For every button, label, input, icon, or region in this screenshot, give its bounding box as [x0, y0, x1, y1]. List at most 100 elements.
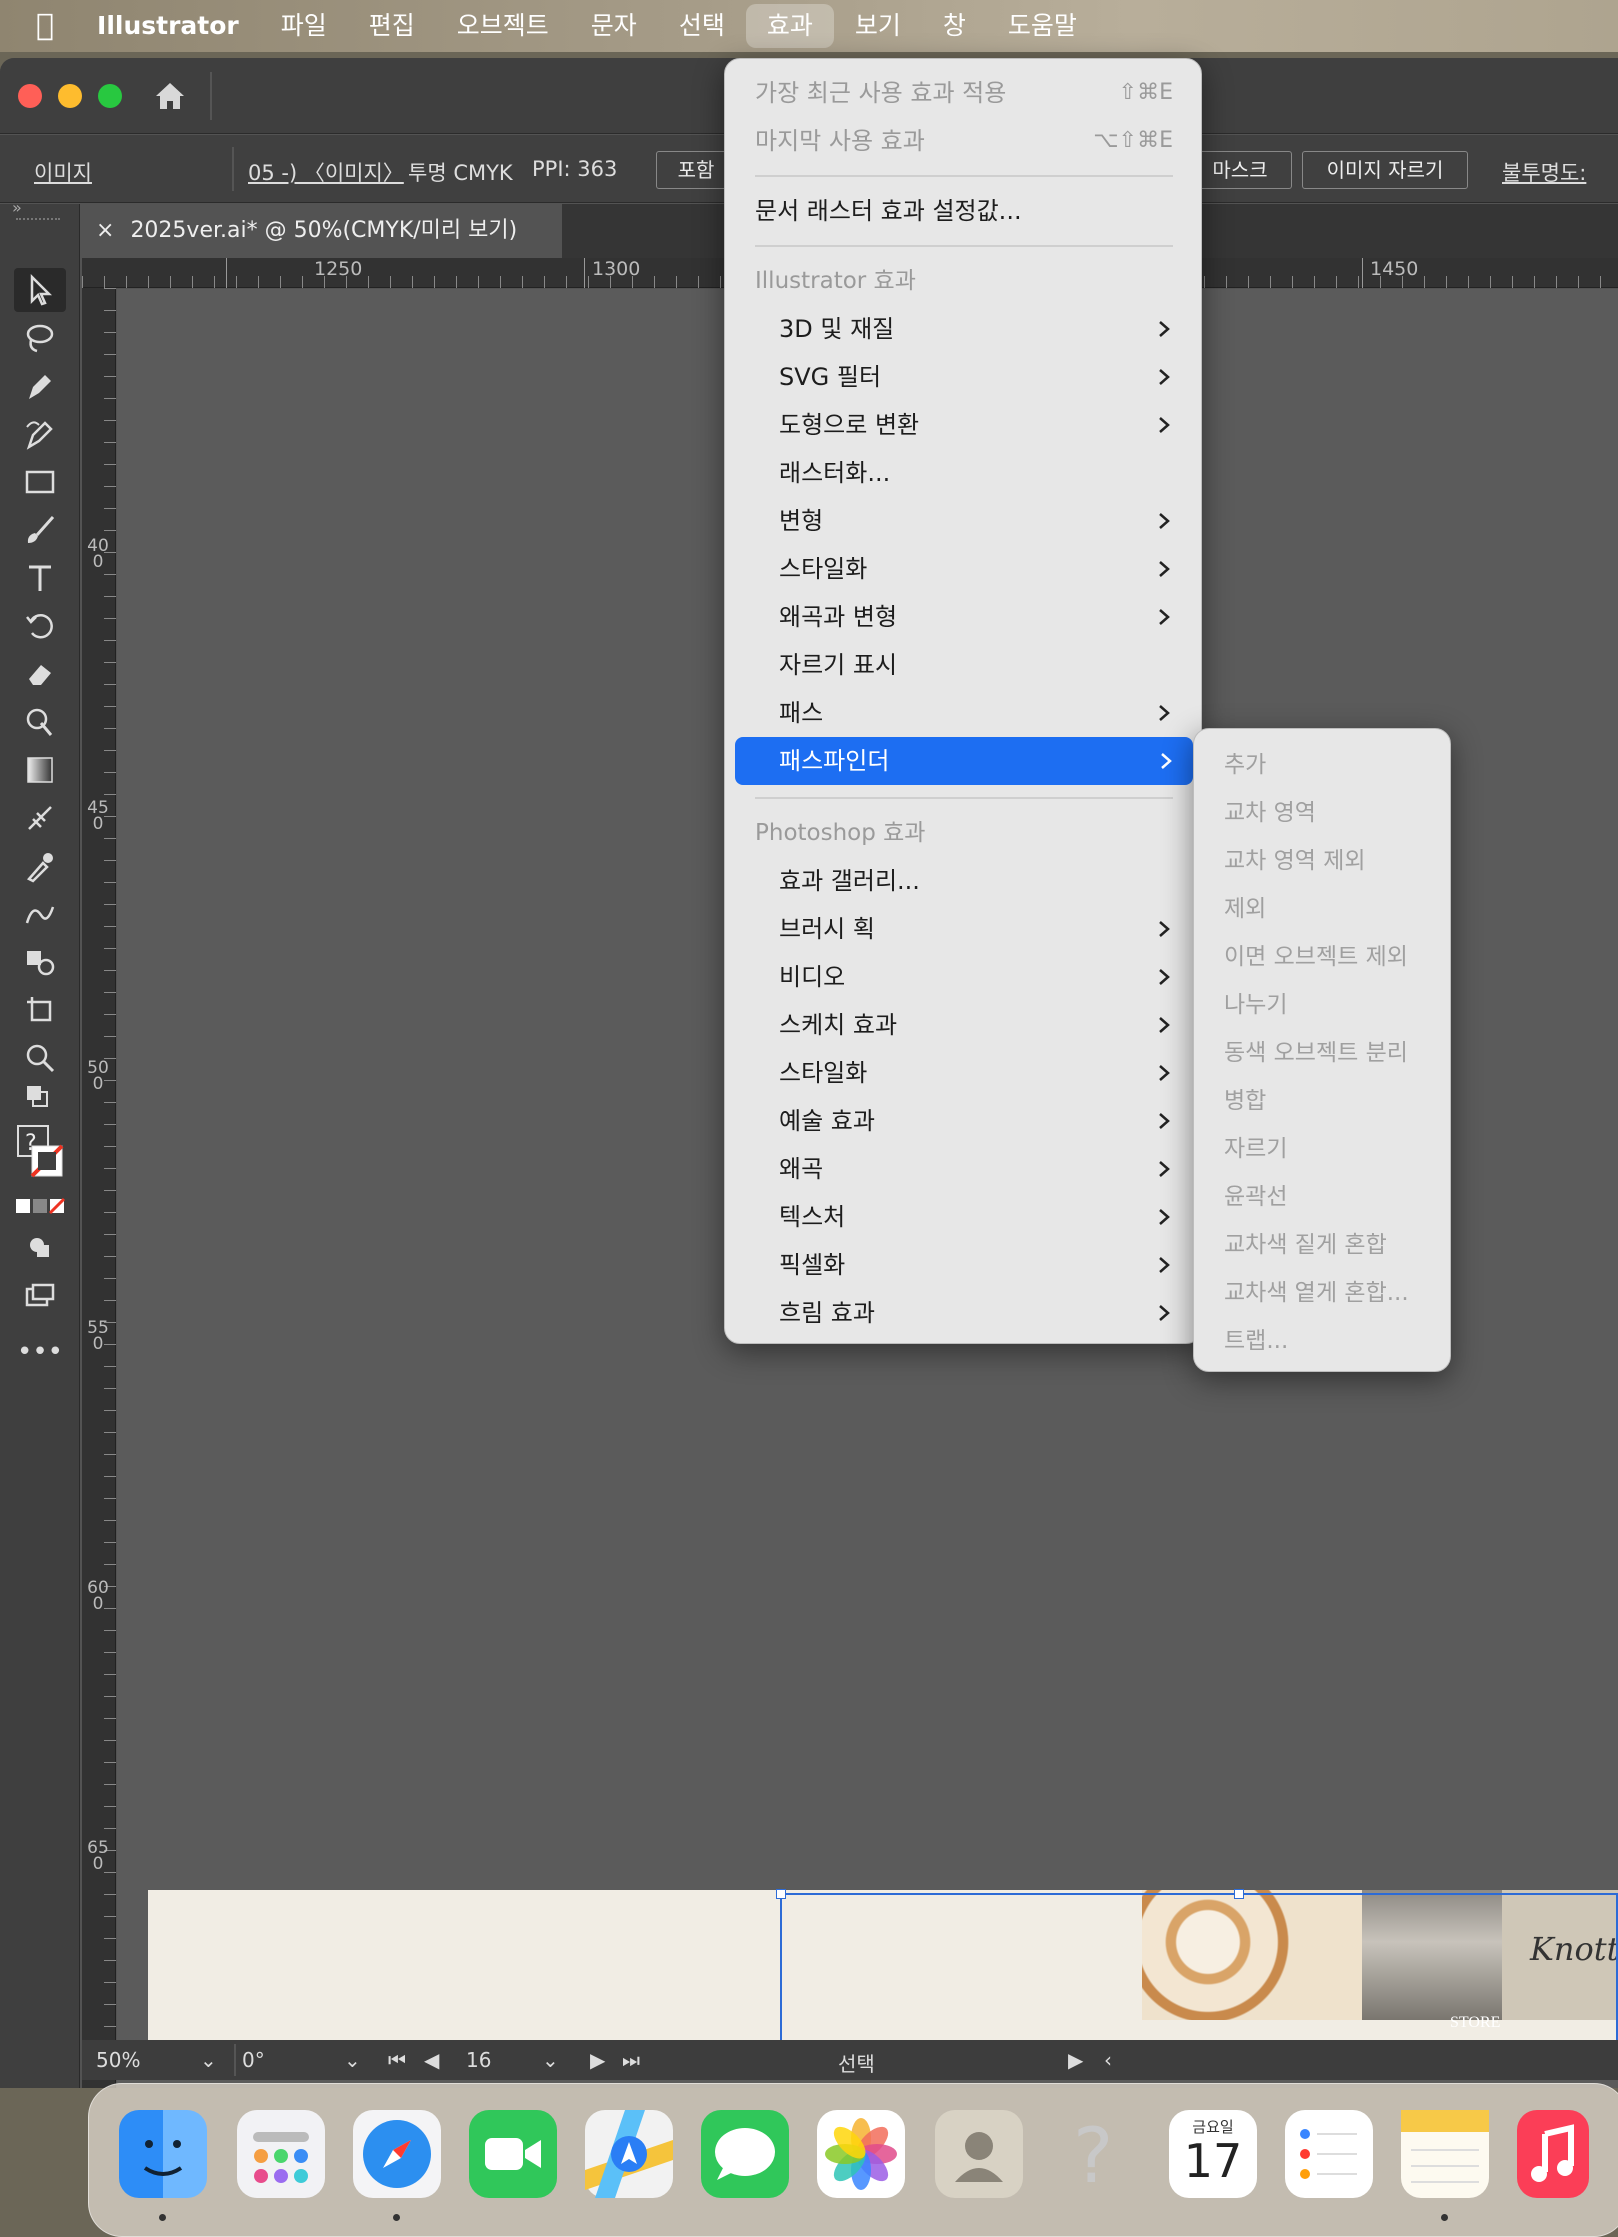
menu-item-apply-last-effect[interactable]: 가장 최근 사용 효과 적용 ⇧⌘E: [725, 69, 1201, 117]
menu-item-document-raster-settings[interactable]: 문서 래스터 효과 설정값...: [725, 187, 1201, 235]
eyedropper-tool-icon[interactable]: [14, 844, 66, 888]
pathfinder-item-12[interactable]: 트랩...: [1194, 1317, 1450, 1365]
first-artboard-icon[interactable]: ⏮: [388, 2048, 406, 2072]
gradient-tool-icon[interactable]: [14, 748, 66, 792]
pen-tool-icon[interactable]: [14, 364, 66, 408]
screen-mode-icon[interactable]: [14, 1274, 66, 1318]
menu-edit[interactable]: 편집: [348, 4, 436, 48]
menu-item-photoshop-2[interactable]: 비디오: [725, 953, 1201, 1001]
notes-icon[interactable]: [1401, 2110, 1489, 2198]
menu-item-illustrator-2[interactable]: 도형으로 변환: [725, 401, 1201, 449]
type-tool-icon[interactable]: [14, 556, 66, 600]
object-type-label[interactable]: 이미지: [34, 157, 92, 187]
draw-mode-icon[interactable]: [14, 1226, 66, 1270]
close-tab-icon[interactable]: ×: [96, 218, 114, 243]
pathfinder-item-6[interactable]: 동색 오브젝트 분리: [1194, 1029, 1450, 1077]
safari-icon[interactable]: [353, 2110, 441, 2198]
zoom-level[interactable]: 50%: [96, 2048, 140, 2072]
apple-menu-icon[interactable]: : [0, 4, 76, 48]
pathfinder-item-8[interactable]: 자르기: [1194, 1125, 1450, 1173]
menu-object[interactable]: 오브젝트: [436, 4, 570, 48]
menu-item-illustrator-5[interactable]: 스타일화: [725, 545, 1201, 593]
maps-icon[interactable]: [585, 2110, 673, 2198]
document-tab[interactable]: × 2025ver.ai* @ 50%(CMYK/미리 보기): [82, 204, 562, 258]
menu-item-photoshop-9[interactable]: 흐림 효과: [725, 1289, 1201, 1337]
artboard-number[interactable]: 16: [466, 2048, 491, 2072]
zoom-tool-icon[interactable]: [14, 1036, 66, 1080]
collapse-panel-icon[interactable]: »: [12, 198, 22, 217]
zoom-dropdown-icon[interactable]: ⌄: [200, 2048, 217, 2072]
menu-item-photoshop-0[interactable]: 효과 갤러리...: [725, 857, 1201, 905]
curvature-tool-icon[interactable]: [14, 412, 66, 456]
menu-item-photoshop-8[interactable]: 픽셀화: [725, 1241, 1201, 1289]
menu-item-illustrator-3[interactable]: 래스터화...: [725, 449, 1201, 497]
menu-item-last-effect[interactable]: 마지막 사용 효과 ⌥⇧⌘E: [725, 117, 1201, 165]
current-tool-label[interactable]: 선택: [838, 2048, 875, 2077]
menu-item-photoshop-7[interactable]: 텍스처: [725, 1193, 1201, 1241]
artboard-tool-icon[interactable]: [14, 988, 66, 1032]
eraser-tool-icon[interactable]: [14, 652, 66, 696]
close-window-button[interactable]: [18, 84, 42, 108]
opacity-label[interactable]: 불투명도:: [1502, 157, 1586, 187]
menu-item-illustrator-1[interactable]: SVG 필터: [725, 353, 1201, 401]
paintbrush-tool-icon[interactable]: [14, 508, 66, 552]
more-tools-icon[interactable]: •••: [14, 1330, 66, 1374]
next-artboard-icon[interactable]: ▶: [590, 2048, 605, 2072]
selection-bounding-box[interactable]: [776, 1889, 1618, 2043]
scroll-left-icon[interactable]: ‹: [1104, 2048, 1112, 2072]
pathfinder-item-7[interactable]: 병합: [1194, 1077, 1450, 1125]
minimize-window-button[interactable]: [58, 84, 82, 108]
menu-app-name[interactable]: Illustrator: [76, 4, 260, 48]
finder-icon[interactable]: [119, 2110, 207, 2198]
rectangle-tool-icon[interactable]: [14, 460, 66, 504]
music-icon[interactable]: [1517, 2110, 1589, 2198]
facetime-icon[interactable]: [469, 2110, 557, 2198]
shape-builder-tool-icon[interactable]: [14, 700, 66, 744]
menu-help[interactable]: 도움말: [987, 4, 1098, 48]
pathfinder-item-1[interactable]: 교차 영역: [1194, 789, 1450, 837]
pathfinder-item-0[interactable]: 추가: [1194, 741, 1450, 789]
launchpad-icon[interactable]: [237, 2110, 325, 2198]
symbol-sprayer-tool-icon[interactable]: [14, 940, 66, 984]
rotation-dropdown-icon[interactable]: ⌄: [344, 2048, 361, 2072]
pathfinder-item-10[interactable]: 교차색 짙게 혼합: [1194, 1221, 1450, 1269]
status-menu-icon[interactable]: ▶: [1068, 2048, 1083, 2072]
blend-tool-icon[interactable]: [14, 892, 66, 936]
menu-item-photoshop-4[interactable]: 스타일화: [725, 1049, 1201, 1097]
menu-item-illustrator-4[interactable]: 변형: [725, 497, 1201, 545]
pathfinder-item-2[interactable]: 교차 영역 제외: [1194, 837, 1450, 885]
menu-item-photoshop-3[interactable]: 스케치 효과: [725, 1001, 1201, 1049]
pathfinder-item-3[interactable]: 제외: [1194, 885, 1450, 933]
menu-type[interactable]: 문자: [570, 4, 658, 48]
unknown-app-icon[interactable]: ?: [1051, 2110, 1139, 2200]
fill-stroke-swatch[interactable]: ?: [14, 1122, 66, 1188]
menu-item-illustrator-9[interactable]: 패스파인더: [735, 737, 1193, 785]
crop-image-button[interactable]: 이미지 자르기: [1302, 151, 1468, 189]
rotation-value[interactable]: 0°: [242, 2048, 265, 2072]
contacts-icon[interactable]: [935, 2110, 1023, 2198]
vertical-ruler[interactable]: 400 450 500 550 600 650: [82, 288, 116, 2088]
menu-item-illustrator-6[interactable]: 왜곡과 변형: [725, 593, 1201, 641]
pathfinder-item-9[interactable]: 윤곽선: [1194, 1173, 1450, 1221]
pathfinder-item-5[interactable]: 나누기: [1194, 981, 1450, 1029]
menu-window[interactable]: 창: [922, 4, 987, 48]
lasso-tool-icon[interactable]: [14, 316, 66, 360]
menu-file[interactable]: 파일: [260, 4, 348, 48]
swap-fill-stroke-icon[interactable]: [14, 1084, 66, 1114]
menu-item-illustrator-8[interactable]: 패스: [725, 689, 1201, 737]
pathfinder-item-11[interactable]: 교차색 옅게 혼합...: [1194, 1269, 1450, 1317]
pathfinder-item-4[interactable]: 이면 오브젝트 제외: [1194, 933, 1450, 981]
menu-select[interactable]: 선택: [658, 4, 746, 48]
linked-file-name[interactable]: 05 -) 〈이미지〉: [248, 157, 404, 187]
zoom-window-button[interactable]: [98, 84, 122, 108]
photos-icon[interactable]: [817, 2110, 905, 2198]
menu-view[interactable]: 보기: [834, 4, 922, 48]
menu-item-illustrator-0[interactable]: 3D 및 재질: [725, 305, 1201, 353]
calendar-icon[interactable]: 금요일 17: [1169, 2110, 1257, 2198]
messages-icon[interactable]: [701, 2110, 789, 2198]
rotate-tool-icon[interactable]: [14, 604, 66, 648]
last-artboard-icon[interactable]: ⏭: [622, 2048, 640, 2072]
mask-button[interactable]: 마스크: [1188, 151, 1292, 189]
artboard-dropdown-icon[interactable]: ⌄: [542, 2048, 559, 2072]
menu-effect[interactable]: 효과: [745, 4, 834, 48]
